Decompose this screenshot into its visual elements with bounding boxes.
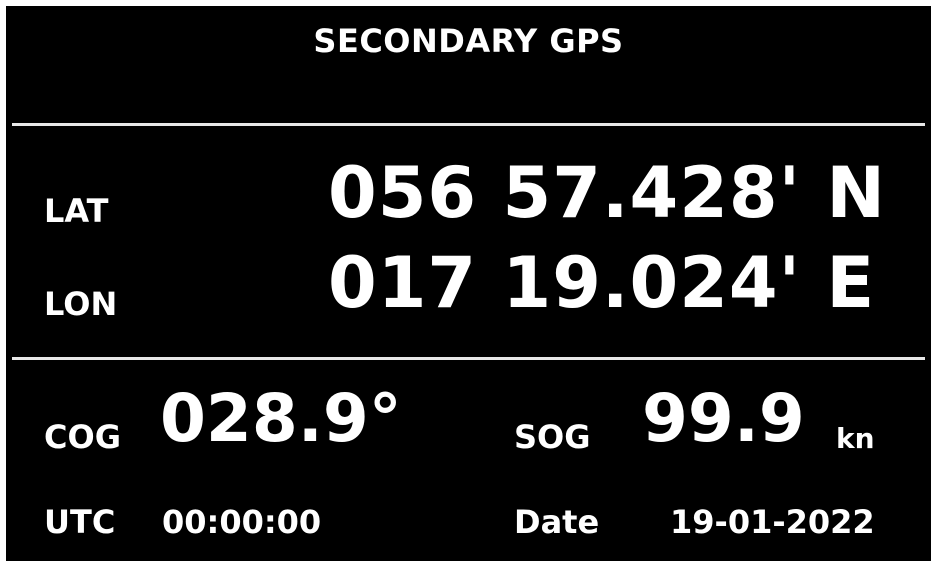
middle-divider (12, 357, 925, 360)
utc-value: 00:00:00 (162, 503, 322, 541)
gps-display-screen: SECONDARY GPS LAT 056 57.428' N LON 017 … (6, 6, 931, 561)
sog-unit: kn (836, 422, 875, 455)
lon-label: LON (44, 285, 118, 323)
sog-value: 99.9 (642, 380, 805, 457)
date-label: Date (514, 503, 600, 541)
date-value: 19-01-2022 (670, 503, 875, 541)
top-divider (12, 123, 925, 126)
cog-label: COG (44, 418, 121, 456)
lon-value: 017 19.024' E (328, 242, 876, 324)
utc-label: UTC (44, 503, 116, 541)
lat-value: 056 57.428' N (328, 152, 886, 234)
cog-value: 028.9° (160, 380, 402, 457)
sog-label: SOG (514, 418, 591, 456)
lat-label: LAT (44, 192, 109, 230)
screen-title: SECONDARY GPS (313, 22, 624, 60)
